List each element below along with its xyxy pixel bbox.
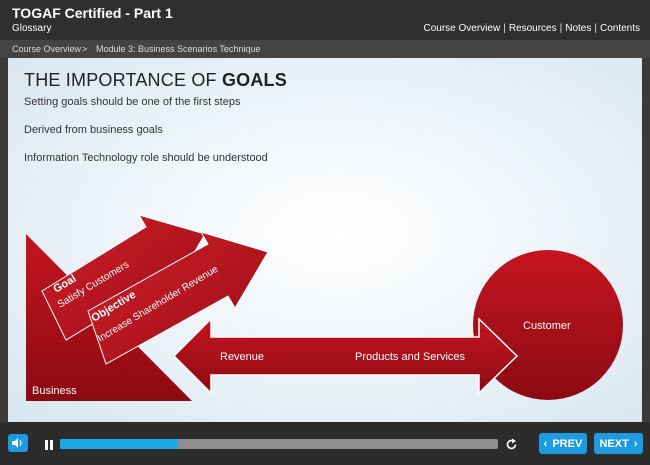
progress-bar[interactable] bbox=[60, 439, 498, 449]
next-label: NEXT bbox=[599, 437, 629, 450]
business-label: Business bbox=[32, 385, 77, 397]
contents-link[interactable]: Contents bbox=[600, 23, 640, 34]
course-overview-link[interactable]: Course Overview bbox=[424, 23, 501, 34]
next-button[interactable]: NEXT › bbox=[594, 433, 643, 454]
breadcrumb-course-overview[interactable]: Course Overview bbox=[12, 44, 81, 54]
products-label: Products and Services bbox=[355, 351, 466, 363]
revenue-label: Revenue bbox=[220, 351, 264, 363]
prev-button[interactable]: ‹ PREV bbox=[539, 433, 587, 454]
top-bar: TOGAF Certified - Part 1 Glossary Course… bbox=[0, 0, 650, 40]
slide-content: THE IMPORTANCE OF GOALS Setting goals sh… bbox=[8, 58, 642, 422]
progress-fill bbox=[60, 439, 179, 449]
chevron-right-icon: › bbox=[633, 437, 638, 450]
goals-diagram: Goal Satisfy Customers Objective Increas… bbox=[26, 214, 623, 401]
nav-separator: | bbox=[503, 23, 506, 34]
customer-label: Customer bbox=[523, 320, 571, 332]
top-nav: Course Overview | Resources | Notes | Co… bbox=[424, 23, 641, 34]
player-bar: ‹ PREV NEXT › bbox=[0, 422, 650, 465]
volume-icon bbox=[12, 438, 22, 448]
notes-link[interactable]: Notes bbox=[565, 23, 591, 34]
replay-icon bbox=[506, 438, 517, 450]
chevron-left-icon: ‹ bbox=[543, 437, 548, 450]
prev-label: PREV bbox=[552, 437, 583, 450]
volume-button[interactable] bbox=[8, 434, 28, 452]
breadcrumb: Course Overview > Module 3: Business Sce… bbox=[0, 40, 650, 58]
glossary-link[interactable]: Glossary bbox=[12, 23, 51, 34]
replay-button[interactable] bbox=[505, 438, 518, 451]
nav-separator: | bbox=[559, 23, 563, 34]
pause-icon bbox=[45, 440, 53, 450]
course-title: TOGAF Certified - Part 1 bbox=[12, 5, 173, 21]
resources-link[interactable]: Resources bbox=[509, 23, 557, 34]
pause-button[interactable] bbox=[43, 438, 55, 450]
breadcrumb-current-module: Module 3: Business Scenarios Technique bbox=[96, 44, 261, 54]
nav-separator: | bbox=[594, 23, 597, 34]
breadcrumb-separator: > bbox=[82, 44, 88, 54]
